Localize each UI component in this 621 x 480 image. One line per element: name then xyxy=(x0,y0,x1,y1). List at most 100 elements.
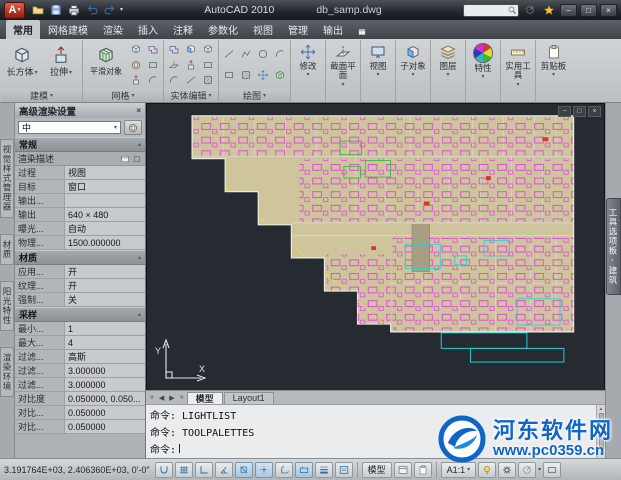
qat-customize-icon[interactable]: ▾ xyxy=(120,7,123,13)
modify-panel-button[interactable]: 修改 ▾ xyxy=(291,40,326,102)
fillet-edge-button[interactable] xyxy=(166,73,182,87)
scroll-down-icon[interactable]: ▾ xyxy=(600,451,603,457)
qp-toggle[interactable] xyxy=(334,461,353,478)
snap-toggle[interactable] xyxy=(154,461,173,478)
search-input[interactable] xyxy=(463,3,519,17)
undo-button[interactable] xyxy=(84,3,100,18)
command-scrollbar[interactable]: ▴ ▾ xyxy=(596,405,605,458)
mesh-smooth-more-button[interactable] xyxy=(128,58,144,72)
panel-label-modeling[interactable]: 建模 ▾ xyxy=(1,89,82,102)
panel-label-draw[interactable]: 绘图 ▾ xyxy=(219,89,290,102)
tab-layout1[interactable]: Layout1 xyxy=(223,391,274,404)
panel-label-mesh[interactable]: 网格 ▾ xyxy=(83,89,163,102)
circle-button[interactable] xyxy=(255,47,271,61)
arc-button[interactable] xyxy=(272,47,288,61)
tab-annotate[interactable]: 注释 xyxy=(166,20,200,39)
dyn-toggle[interactable] xyxy=(294,461,313,478)
palette-tab-materials[interactable]: 材质 xyxy=(0,233,14,265)
mesh-smooth-less-button[interactable] xyxy=(145,58,161,72)
tab-insert[interactable]: 插入 xyxy=(131,20,165,39)
next-layout-button[interactable]: ▶ xyxy=(167,394,176,402)
tab-render[interactable]: 渲染 xyxy=(96,20,130,39)
plot-button[interactable] xyxy=(66,3,82,18)
tab-output[interactable]: 输出 xyxy=(316,20,350,39)
mesh-split-button[interactable] xyxy=(145,73,161,87)
drawing-close-icon[interactable]: × xyxy=(588,106,601,117)
ducs-toggle[interactable] xyxy=(274,461,293,478)
rectangle-button[interactable] xyxy=(221,68,237,82)
mesh-primitive-button[interactable] xyxy=(272,68,288,82)
render-preset-select[interactable]: 中 ▾ xyxy=(18,121,121,134)
union-button[interactable] xyxy=(166,42,182,56)
status-tray-icon[interactable] xyxy=(518,461,537,478)
quick-view-layouts-icon[interactable] xyxy=(393,461,412,478)
first-layout-button[interactable]: « xyxy=(148,394,156,401)
move-button[interactable] xyxy=(255,68,271,82)
line-button[interactable] xyxy=(221,47,237,61)
tab-parametric[interactable]: 参数化 xyxy=(201,20,245,39)
open-button[interactable] xyxy=(30,3,46,18)
layers-panel-button[interactable]: 图层 ▾ xyxy=(431,40,466,102)
communication-center-icon[interactable] xyxy=(522,3,538,18)
intersect-button[interactable] xyxy=(200,42,216,56)
polyline-button[interactable] xyxy=(238,47,254,61)
palette-tab-render-environment[interactable]: 渲染环境 xyxy=(0,346,14,397)
taper-face-button[interactable] xyxy=(183,73,199,87)
render-presets-manager-button[interactable] xyxy=(124,120,142,135)
tab-model[interactable]: 模型 xyxy=(186,391,223,404)
maximize-button[interactable]: □ xyxy=(580,3,597,17)
scrollbar-thumb[interactable] xyxy=(598,413,604,450)
otrack-toggle[interactable] xyxy=(254,461,273,478)
palette-tab-sun-properties[interactable]: 阳光特性 xyxy=(0,280,14,331)
drawing-restore-icon[interactable]: □ xyxy=(573,106,586,117)
last-layout-button[interactable]: » xyxy=(178,394,186,401)
clean-screen-icon[interactable] xyxy=(543,461,562,478)
command-window[interactable]: 命令: LIGHTLIST 命令: TOOLPALETTES 命令: ▴ ▾ xyxy=(146,404,605,458)
polar-toggle[interactable] xyxy=(214,461,233,478)
hatch-button[interactable] xyxy=(238,68,254,82)
section-materials[interactable]: 材质 ▴ xyxy=(15,250,145,265)
thicken-button[interactable] xyxy=(183,58,199,72)
section-general[interactable]: 常规 ▴ xyxy=(15,137,145,152)
previous-layout-button[interactable]: ◀ xyxy=(157,394,166,402)
command-prompt[interactable]: 命令: xyxy=(150,441,176,456)
osnap-toggle[interactable] xyxy=(234,461,253,478)
tray-settings-icon[interactable]: ▾ xyxy=(538,467,541,473)
annotation-scale-button[interactable]: A1:1 ▾ xyxy=(440,461,477,478)
mesh-crease-button[interactable] xyxy=(145,42,161,56)
redo-button[interactable] xyxy=(102,3,118,18)
ribbon-minimize-button[interactable] xyxy=(357,27,367,37)
grid-toggle[interactable] xyxy=(174,461,193,478)
view-panel-button[interactable]: 视图 ▾ xyxy=(361,40,396,102)
imprint-button[interactable] xyxy=(200,73,216,87)
palette-close-icon[interactable]: × xyxy=(136,106,141,115)
tab-home[interactable]: 常用 xyxy=(6,20,40,39)
save-button[interactable] xyxy=(48,3,64,18)
tool-palettes-tab[interactable]: 工具选项板 - 建筑 xyxy=(606,198,621,296)
clipboard-panel-button[interactable]: 剪贴板 ▾ xyxy=(536,40,571,102)
mesh-extrude-face-button[interactable] xyxy=(128,73,144,87)
model-space-button[interactable]: 模型 xyxy=(361,461,392,478)
workspace-switching-icon[interactable] xyxy=(498,461,517,478)
panel-label-solid-editing[interactable]: 实体编辑 ▾ xyxy=(164,89,218,102)
model-space-viewport[interactable]: − □ × Y X xyxy=(146,103,605,390)
close-button[interactable]: × xyxy=(600,3,617,17)
favorites-icon[interactable] xyxy=(541,3,557,18)
subtract-button[interactable] xyxy=(183,42,199,56)
section-sampling[interactable]: 采样 ▴ xyxy=(15,307,145,322)
tab-manage[interactable]: 管理 xyxy=(281,20,315,39)
tab-view[interactable]: 视图 xyxy=(246,20,280,39)
subobject-panel-button[interactable]: 子对象 ▾ xyxy=(396,40,431,102)
section-plane-panel-button[interactable]: 截面平面 ▾ xyxy=(326,40,361,102)
smooth-object-button[interactable]: 平滑对象 xyxy=(85,41,127,88)
drawing-minimize-icon[interactable]: − xyxy=(558,106,571,117)
scroll-up-icon[interactable]: ▴ xyxy=(600,406,603,412)
mesh-refine-button[interactable] xyxy=(128,42,144,56)
annotation-visibility-icon[interactable] xyxy=(478,461,497,478)
slice-button[interactable] xyxy=(166,58,182,72)
utilities-panel-button[interactable]: 实用工具 ▾ xyxy=(501,40,536,102)
floor-plan-drawing[interactable] xyxy=(161,108,593,390)
properties-panel-button[interactable]: 特性 ▾ xyxy=(466,40,501,102)
lwt-toggle[interactable] xyxy=(314,461,333,478)
ortho-toggle[interactable] xyxy=(194,461,213,478)
